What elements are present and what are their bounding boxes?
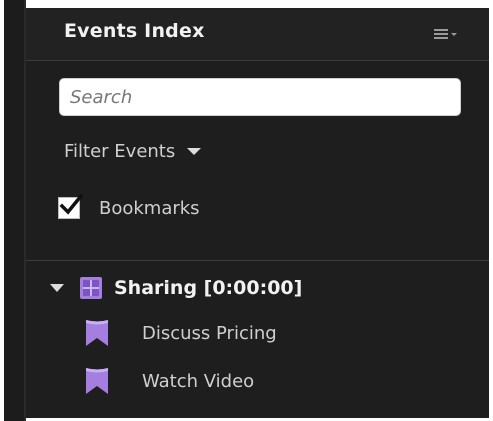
search-input[interactable] bbox=[59, 78, 461, 116]
event-label: Watch Video bbox=[142, 370, 255, 392]
bookmarks-filter[interactable]: Bookmarks bbox=[58, 193, 200, 222]
bookmarks-checkbox[interactable] bbox=[58, 193, 84, 219]
panel-title: Events Index bbox=[64, 20, 205, 42]
left-dock-strip bbox=[4, 0, 26, 421]
layout-icon bbox=[80, 277, 102, 299]
app-window: Events Index Filter Events Bookmar bbox=[0, 0, 493, 421]
panel-header: Events Index bbox=[26, 8, 489, 61]
tree-group-label: Sharing [0:00:00] bbox=[114, 277, 303, 299]
bookmarks-label: Bookmarks bbox=[99, 197, 200, 219]
event-item[interactable]: Discuss Pricing bbox=[84, 318, 277, 348]
checkmark-icon bbox=[59, 193, 84, 215]
chevron-down-icon bbox=[187, 147, 202, 155]
filter-events-dropdown[interactable]: Filter Events bbox=[64, 138, 202, 164]
event-item[interactable]: Watch Video bbox=[84, 366, 254, 396]
divider bbox=[26, 260, 489, 261]
event-label: Discuss Pricing bbox=[142, 322, 277, 344]
filter-events-label: Filter Events bbox=[64, 140, 176, 162]
bookmark-flag-icon bbox=[84, 366, 110, 396]
panel-menu-icon[interactable] bbox=[430, 22, 464, 46]
events-index-panel: Events Index Filter Events Bookmar bbox=[26, 8, 489, 418]
expand-caret-icon[interactable] bbox=[50, 284, 64, 292]
tree-group-sharing[interactable]: Sharing [0:00:00] bbox=[50, 274, 302, 302]
bookmark-flag-icon bbox=[84, 318, 110, 348]
